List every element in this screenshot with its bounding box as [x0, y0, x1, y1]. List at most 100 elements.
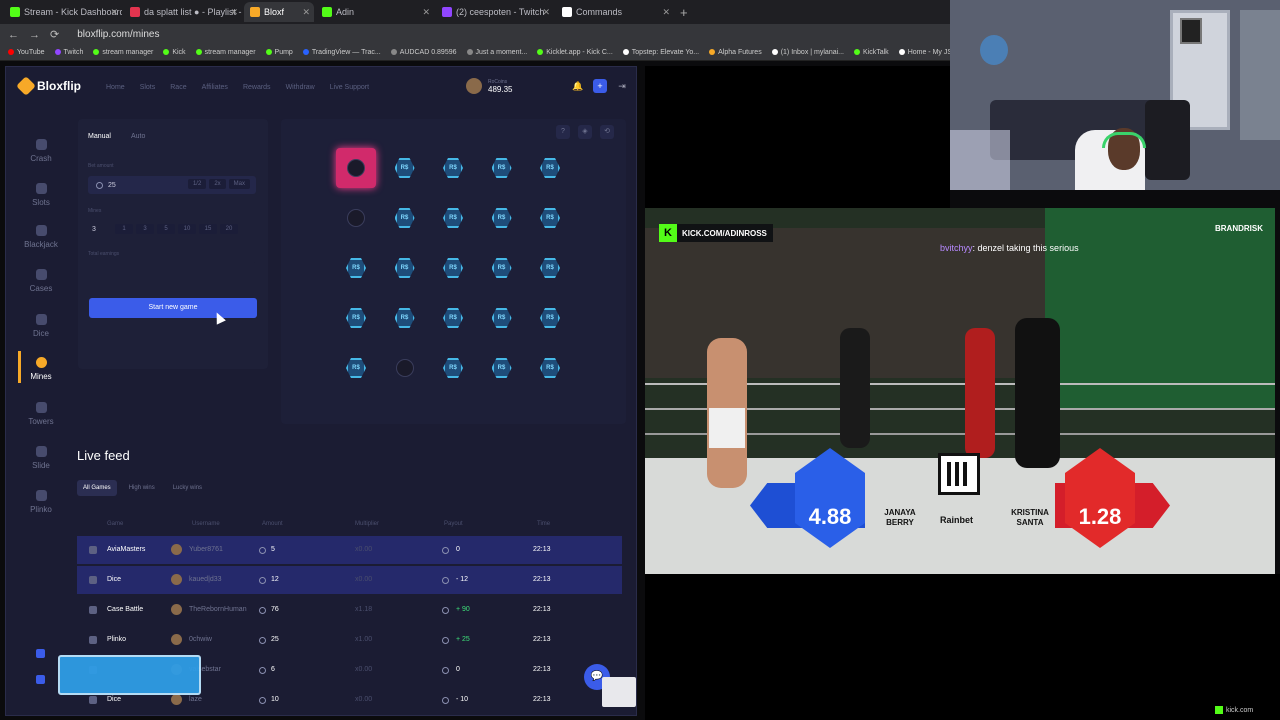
close-icon[interactable]: ✕ — [662, 7, 670, 18]
mine-tile[interactable]: R$ — [336, 348, 376, 388]
mines-option[interactable]: 20 — [220, 224, 238, 234]
bookmark-item[interactable]: stream manager — [195, 49, 256, 56]
bookmark-item[interactable]: Just a moment... — [466, 49, 527, 56]
tab-manual[interactable]: Manual — [88, 133, 111, 140]
bookmark-item[interactable]: KickTalk — [854, 49, 889, 56]
browser-tab[interactable]: Stream - Kick Dashboard ✕ — [4, 2, 122, 22]
discord-icon[interactable] — [36, 675, 45, 684]
tab-lucky-wins[interactable]: Lucky wins — [167, 480, 208, 496]
wallet[interactable]: RoCoins 489.35 — [466, 78, 512, 94]
bookmark-item[interactable]: Topstep: Elevate Yo... — [622, 49, 699, 56]
mine-tile[interactable]: R$ — [433, 298, 473, 338]
mines-option[interactable]: 5 — [157, 224, 175, 234]
table-row[interactable]: Plinko 0chwiw 25 x1.00 + 25 22:13 — [77, 626, 622, 654]
bookmark-item[interactable]: Twitch — [54, 49, 83, 56]
start-game-button[interactable]: Start new game — [89, 298, 257, 318]
mines-option[interactable]: 15 — [199, 224, 217, 234]
mine-tile[interactable]: R$ — [433, 148, 473, 188]
close-icon[interactable]: ✕ — [422, 7, 430, 18]
nav-link[interactable]: Live Support — [330, 84, 369, 91]
bookmark-item[interactable]: Kicklet.app - Kick C... — [537, 49, 613, 56]
bookmark-item[interactable]: AUDCAD 0.89596 — [390, 49, 457, 56]
bloxflip-logo[interactable]: Bloxflip — [16, 76, 81, 96]
bookmark-item[interactable]: Kick — [163, 49, 186, 56]
table-row[interactable]: Dice kaued|d33 12 x0.00 - 12 22:13 — [77, 566, 622, 594]
mine-tile[interactable]: R$ — [530, 348, 570, 388]
nav-link[interactable]: Home — [106, 84, 125, 91]
mines-value[interactable]: 3 — [88, 226, 112, 233]
mine-tile[interactable]: R$ — [482, 298, 522, 338]
mine-tile[interactable]: R$ — [482, 248, 522, 288]
nav-link[interactable]: Race — [170, 84, 186, 91]
browser-tab[interactable]: Bloxf ✕ — [244, 2, 314, 22]
sidebar-item-blackjack[interactable]: Blackjack — [6, 225, 76, 249]
tab-high-wins[interactable]: High wins — [123, 480, 161, 496]
help-icon[interactable]: ? — [556, 125, 570, 139]
mine-tile[interactable]: R$ — [433, 198, 473, 238]
close-icon[interactable]: ✕ — [542, 7, 550, 18]
mine-tile[interactable]: R$ — [530, 248, 570, 288]
mine-tile[interactable]: R$ — [385, 298, 425, 338]
mine-tile[interactable]: R$ — [385, 148, 425, 188]
sidebar-item-slots[interactable]: Slots — [6, 183, 76, 207]
bookmark-item[interactable]: (1) Inbox | mylanai... — [771, 49, 844, 56]
mines-option[interactable]: 3 — [136, 224, 154, 234]
logout-icon[interactable]: ⇥ — [615, 79, 629, 93]
bet-amount-input[interactable]: 25 1/2 2x Max — [88, 176, 256, 194]
back-icon[interactable]: ← — [8, 29, 19, 41]
nav-link[interactable]: Withdraw — [286, 84, 315, 91]
stream-player[interactable]: K KICK.COM/ADINROSS bvitchyy: denzel taki… — [645, 208, 1275, 574]
tab-all-games[interactable]: All Games — [77, 480, 117, 496]
bookmark-item[interactable]: stream manager — [93, 49, 153, 56]
mine-tile[interactable]: R$ — [385, 198, 425, 238]
sidebar-item-plinko[interactable]: Plinko — [6, 490, 76, 514]
mine-tile[interactable]: R$ — [482, 348, 522, 388]
browser-tab[interactable]: Adin ✕ — [316, 2, 434, 22]
close-icon[interactable]: ✕ — [110, 7, 118, 18]
mine-tile[interactable]: R$ — [482, 148, 522, 188]
tab-auto[interactable]: Auto — [131, 133, 145, 140]
max-button[interactable]: Max — [228, 179, 250, 189]
bookmark-item[interactable]: Home - My JSCC — [898, 49, 950, 56]
browser-tab[interactable]: da splatt list ● - Playlist - App✕ — [124, 2, 242, 22]
mine-tile[interactable] — [336, 148, 376, 188]
browser-tab[interactable]: (2) ceespoten - Twitch ✕ — [436, 2, 554, 22]
plus-icon[interactable]: + — [593, 79, 607, 93]
nav-link[interactable]: Rewards — [243, 84, 271, 91]
mines-option[interactable]: 10 — [178, 224, 196, 234]
mine-tile[interactable]: R$ — [482, 198, 522, 238]
mine-tile[interactable]: R$ — [530, 148, 570, 188]
nav-link[interactable]: Affiliates — [202, 84, 228, 91]
bookmark-item[interactable]: TradingView — Trac... — [302, 49, 381, 56]
table-row[interactable]: Case Battle TheRebornHuman 76 x1.18 + 90 22:1… — [77, 596, 622, 624]
sidebar-item-cases[interactable]: Cases — [6, 269, 76, 293]
mine-tile[interactable] — [336, 198, 376, 238]
mine-tile[interactable]: R$ — [433, 348, 473, 388]
bookmark-item[interactable]: Alpha Futures — [709, 49, 762, 56]
close-icon[interactable]: ✕ — [302, 7, 310, 18]
sidebar-item-mines[interactable]: Mines — [6, 351, 76, 383]
mine-tile[interactable]: R$ — [530, 298, 570, 338]
nav-link[interactable]: Slots — [140, 84, 156, 91]
double-button[interactable]: 2x — [209, 179, 226, 189]
half-button[interactable]: 1/2 — [187, 179, 207, 189]
table-row[interactable]: AviaMasters Yuber8761 5 x0.00 0 22:13 — [77, 536, 622, 564]
mine-tile[interactable]: R$ — [385, 248, 425, 288]
url-field[interactable]: bloxflip.com/mines — [77, 29, 159, 40]
bell-icon[interactable]: 🔔 — [571, 79, 585, 93]
history-icon[interactable]: ⟲ — [600, 125, 614, 139]
mine-tile[interactable] — [385, 348, 425, 388]
sidebar-item-slide[interactable]: Slide — [6, 446, 76, 470]
fairness-icon[interactable]: ◈ — [578, 125, 592, 139]
bookmark-item[interactable]: YouTube — [8, 49, 45, 56]
mine-tile[interactable]: R$ — [433, 248, 473, 288]
mine-tile[interactable]: R$ — [530, 198, 570, 238]
bookmark-item[interactable]: Pump — [265, 49, 293, 56]
gift-icon[interactable] — [36, 649, 45, 658]
new-tab-button[interactable]: + — [680, 5, 688, 20]
mine-tile[interactable]: R$ — [336, 298, 376, 338]
reload-icon[interactable]: ⟳ — [50, 28, 59, 41]
forward-icon[interactable]: → — [29, 29, 40, 41]
sidebar-item-crash[interactable]: Crash — [6, 139, 76, 163]
sidebar-item-dice[interactable]: Dice — [6, 314, 76, 338]
